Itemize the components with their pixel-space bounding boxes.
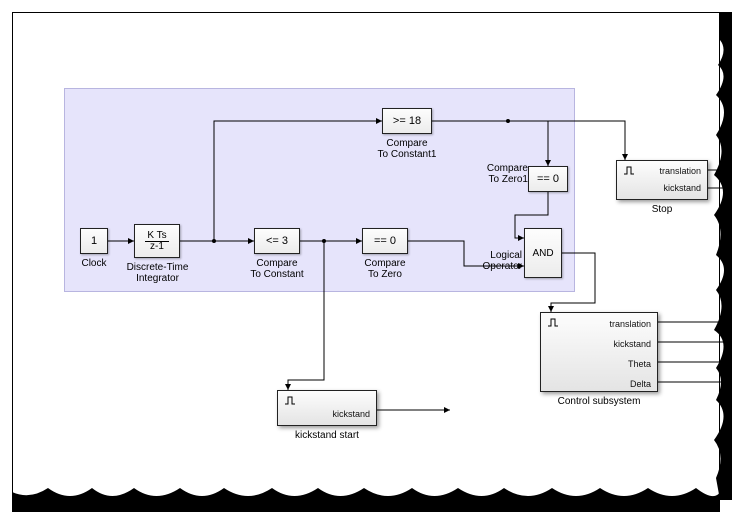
cmp-const-content: <= 3 — [266, 235, 288, 247]
discrete-time-integrator-block[interactable]: K Ts z-1 — [134, 224, 180, 258]
compare-to-zero-block[interactable]: == 0 — [362, 228, 408, 254]
cmp-zero1-label: Compare To Zero1 — [478, 163, 528, 185]
clock-label: Clock — [80, 258, 108, 269]
dti-den: z-1 — [148, 241, 166, 252]
enable-icon — [623, 165, 635, 175]
compare-to-constant1-block[interactable]: >= 18 — [382, 108, 432, 134]
cmp-zero-label: Compare To Zero — [354, 258, 416, 280]
clock-block[interactable]: 1 — [80, 228, 108, 254]
control-port-theta: Theta — [628, 359, 651, 369]
logic-op-content: AND — [532, 248, 553, 259]
cmp-const1-label: Compare To Constant1 — [372, 138, 442, 160]
cmp-zero-content: == 0 — [374, 235, 396, 247]
cmp-const-label: Compare To Constant — [244, 258, 310, 280]
kickstand-start-subsystem[interactable]: kickstand — [277, 390, 377, 426]
stop-label: Stop — [616, 204, 708, 215]
kickstand-start-label: kickstand start — [277, 430, 377, 441]
cmp-zero1-content: == 0 — [537, 173, 559, 185]
logic-op-label: Logical Operator — [478, 250, 522, 272]
dti-label: Discrete-Time Integrator — [120, 262, 195, 284]
stop-port-translation: translation — [659, 166, 701, 176]
control-port-kickstand: kickstand — [613, 339, 651, 349]
stop-port-kickstand: kickstand — [663, 183, 701, 193]
control-subsystem[interactable]: translation kickstand Theta Delta — [540, 312, 658, 392]
cmp-const1-content: >= 18 — [393, 115, 421, 127]
control-port-delta: Delta — [630, 379, 651, 389]
kickstand-start-port: kickstand — [332, 409, 370, 419]
compare-to-zero1-block[interactable]: == 0 — [528, 166, 568, 192]
logical-operator-block[interactable]: AND — [524, 228, 562, 278]
dti-fraction: K Ts z-1 — [145, 230, 168, 252]
diagram-canvas: 1 Clock K Ts z-1 Discrete-Time Integrato… — [0, 0, 732, 512]
control-label: Control subsystem — [540, 396, 658, 407]
compare-to-constant-block[interactable]: <= 3 — [254, 228, 300, 254]
control-port-translation: translation — [609, 319, 651, 329]
stop-subsystem[interactable]: translation kickstand — [616, 160, 708, 200]
enable-icon — [547, 317, 559, 327]
enable-icon — [284, 395, 296, 405]
clock-content: 1 — [91, 235, 97, 247]
